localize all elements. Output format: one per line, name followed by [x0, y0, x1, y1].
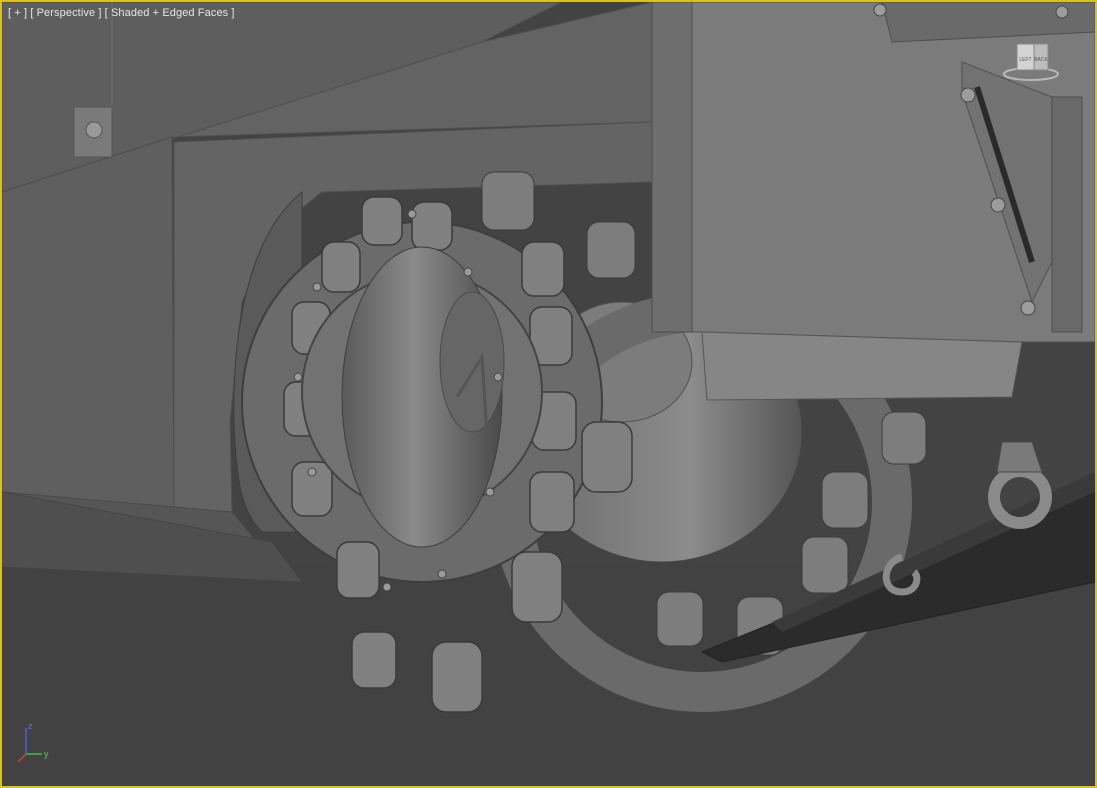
scene-render[interactable]	[2, 2, 1095, 786]
viewport-shading-button[interactable]: [ Shaded + Edged Faces ]	[105, 7, 235, 19]
perspective-viewport[interactable]: [ + ] [ Perspective ] [ Shaded + Edged F…	[0, 0, 1097, 788]
viewcube-icon[interactable]: LEFT BACK	[1003, 40, 1059, 84]
viewcube-left-label: LEFT	[1019, 57, 1031, 63]
hull-fixture	[73, 106, 113, 158]
axis-z-label: z	[28, 721, 33, 731]
viewcube-back-label: BACK	[1034, 57, 1048, 63]
axis-tripod-icon: z y	[17, 721, 49, 763]
axis-y-label: y	[44, 749, 49, 759]
hull-panel-left	[2, 136, 175, 528]
viewport-view-button[interactable]: [ Perspective ]	[30, 7, 101, 19]
viewport-label: [ + ] [ Perspective ] [ Shaded + Edged F…	[8, 7, 235, 19]
viewport-menu-button[interactable]: [ + ]	[8, 7, 27, 19]
